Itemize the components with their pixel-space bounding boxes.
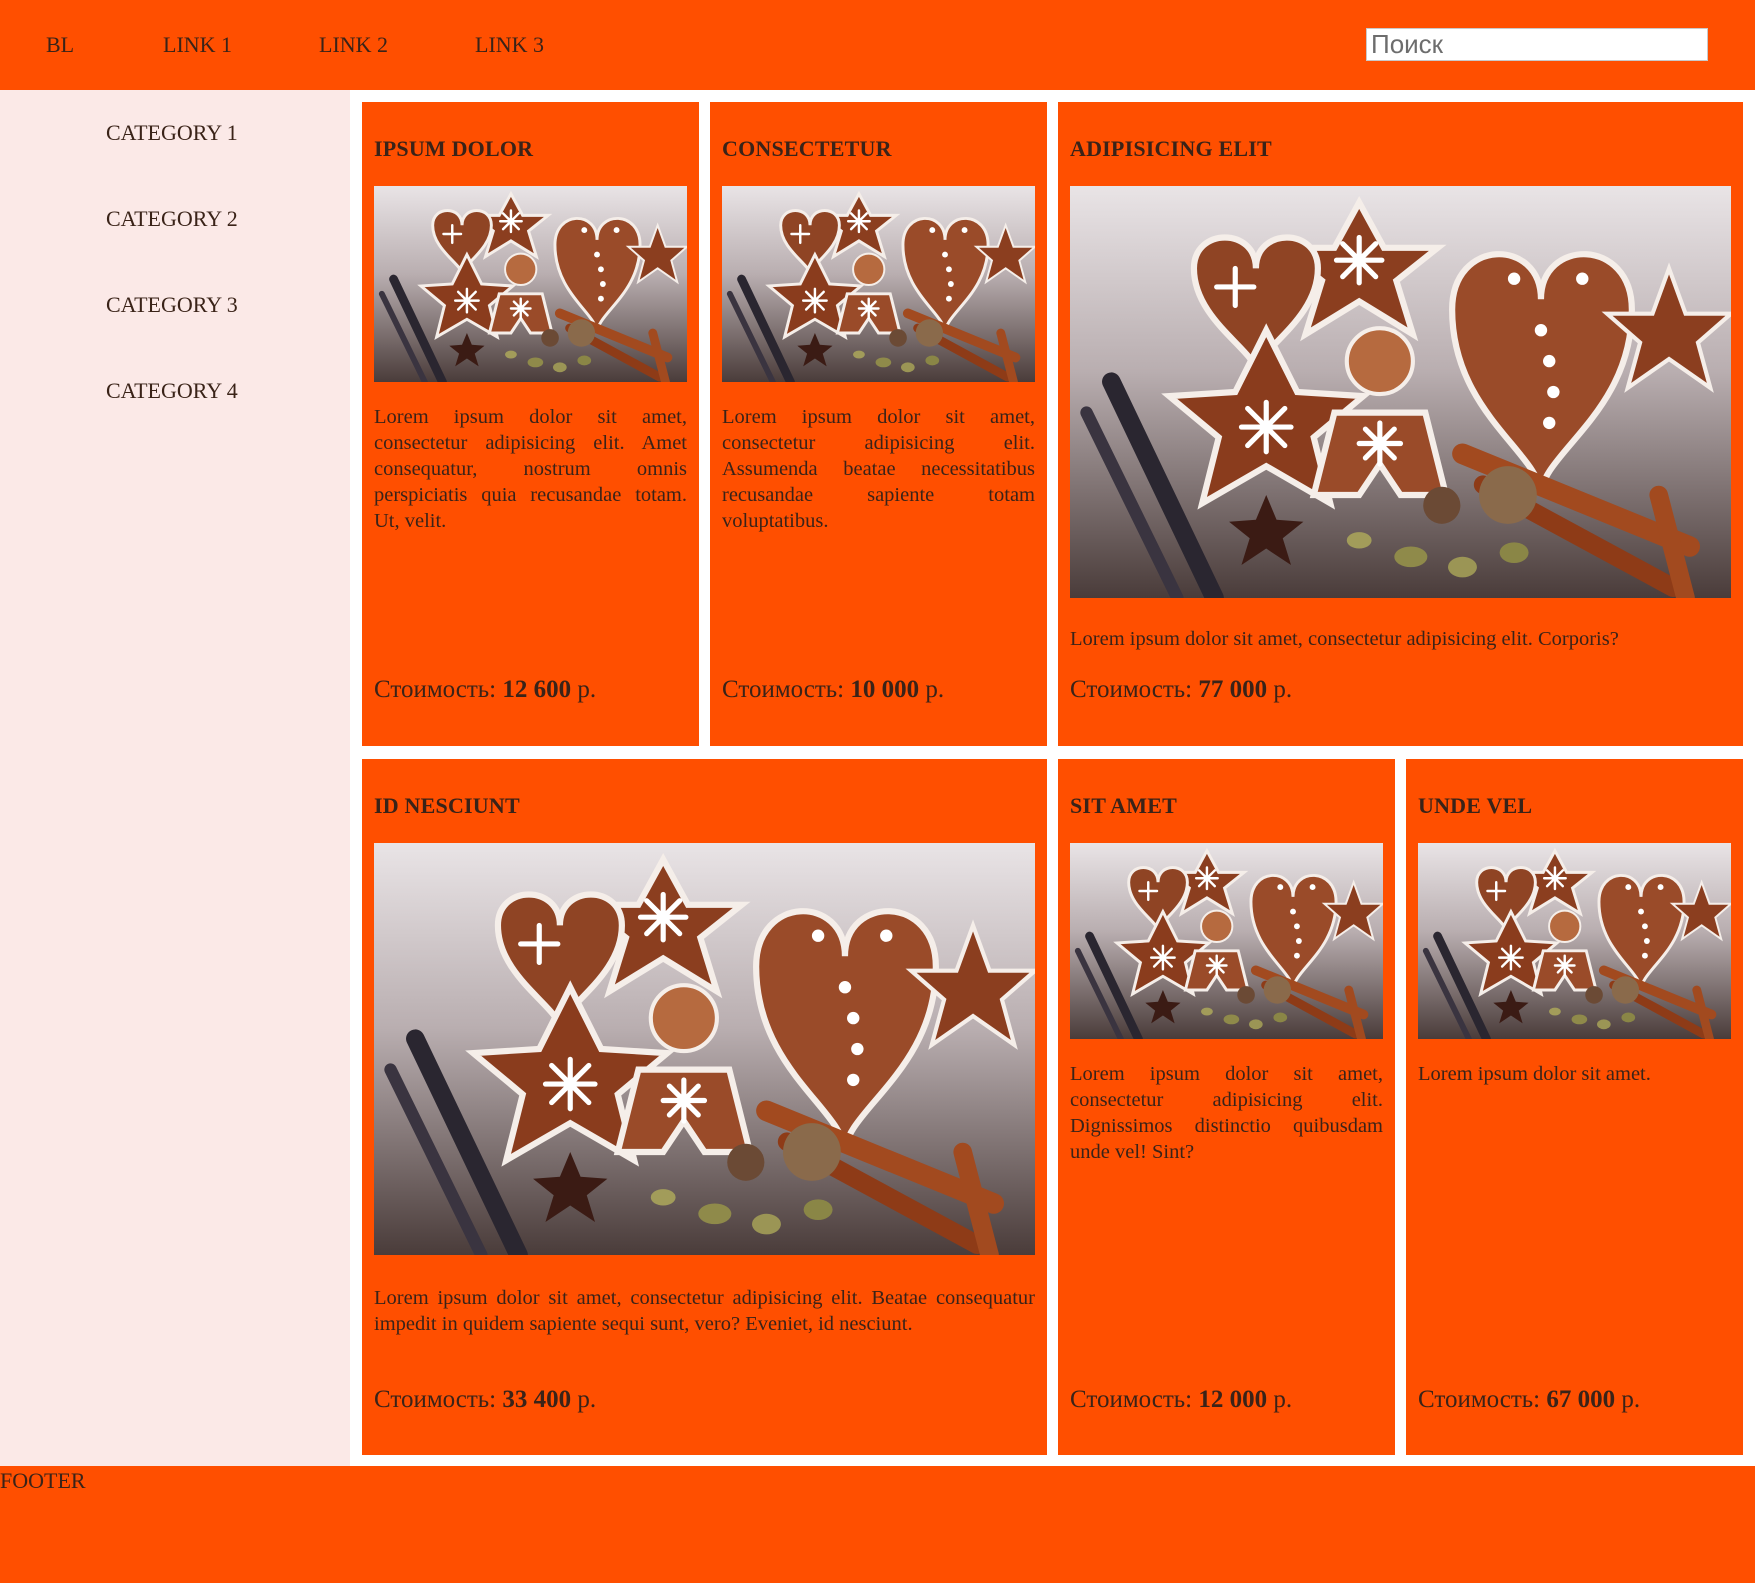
product-title: SIT AMET — [1070, 793, 1177, 818]
price-label: Стоимость: — [374, 676, 497, 703]
product-image — [1070, 186, 1731, 598]
sidebar-category-4[interactable]: CATEGORY 4 — [106, 378, 238, 404]
search-input[interactable] — [1366, 28, 1708, 61]
product-description: Lorem ipsum dolor sit amet, consectetur … — [722, 406, 1035, 532]
product-card: IPSUM DOLOR Lorem ipsum dolor sit amet, … — [362, 102, 699, 746]
product-description: Lorem ipsum dolor sit amet, consectetur … — [1070, 1063, 1383, 1163]
product-description: Lorem ipsum dolor sit amet, consectetur … — [1070, 628, 1619, 650]
product-price: Стоимость: 77 000 р. — [1070, 676, 1292, 704]
product-title: IPSUM DOLOR — [374, 136, 534, 161]
sidebar-category-3[interactable]: CATEGORY 3 — [106, 292, 238, 318]
price-label: Стоимость: — [1418, 1386, 1541, 1413]
nav-link-3[interactable]: LINK 3 — [475, 32, 544, 58]
price-value: 12 600 — [502, 676, 572, 703]
footer-text: FOOTER — [0, 1468, 86, 1493]
price-label: Стоимость: — [374, 1386, 497, 1413]
price-currency: р. — [1273, 1386, 1293, 1413]
product-description: Lorem ipsum dolor sit amet. — [1418, 1063, 1651, 1085]
product-card: ID NESCIUNT Lorem ipsum dolor sit amet, … — [362, 759, 1047, 1455]
price-value: 33 400 — [502, 1386, 572, 1413]
product-image — [722, 186, 1035, 382]
product-card: UNDE VEL Lorem ipsum dolor sit amet. Сто… — [1406, 759, 1743, 1455]
price-value: 77 000 — [1198, 676, 1268, 703]
product-price: Стоимость: 67 000 р. — [1418, 1386, 1640, 1414]
product-description: Lorem ipsum dolor sit amet, consectetur … — [374, 406, 687, 532]
product-image — [374, 843, 1035, 1255]
product-card: CONSECTETUR Lorem ipsum dolor sit amet, … — [710, 102, 1047, 746]
product-price: Стоимость: 12 000 р. — [1070, 1386, 1292, 1414]
product-image — [1070, 843, 1383, 1039]
product-card: ADIPISICING ELIT Lorem ipsum dolor sit a… — [1058, 102, 1743, 746]
nav-link-2[interactable]: LINK 2 — [319, 32, 388, 58]
price-value: 12 000 — [1198, 1386, 1268, 1413]
nav-link-1[interactable]: LINK 1 — [163, 32, 232, 58]
product-description: Lorem ipsum dolor sit amet, consectetur … — [374, 1287, 1035, 1335]
price-currency: р. — [1273, 676, 1293, 703]
product-price: Стоимость: 12 600 р. — [374, 676, 596, 704]
sidebar: CATEGORY 1 CATEGORY 2 CATEGORY 3 CATEGOR… — [0, 90, 350, 1466]
price-value: 10 000 — [850, 676, 920, 703]
price-label: Стоимость: — [1070, 1386, 1193, 1413]
price-label: Стоимость: — [1070, 676, 1193, 703]
header: BL LINK 1 LINK 2 LINK 3 — [0, 0, 1755, 90]
product-title: ID NESCIUNT — [374, 793, 520, 818]
product-price: Стоимость: 10 000 р. — [722, 676, 944, 704]
product-title: UNDE VEL — [1418, 793, 1533, 818]
logo-link[interactable]: BL — [46, 32, 74, 58]
price-value: 67 000 — [1546, 1386, 1616, 1413]
price-label: Стоимость: — [722, 676, 845, 703]
product-price: Стоимость: 33 400 р. — [374, 1386, 596, 1414]
product-title: CONSECTETUR — [722, 136, 892, 161]
product-card: SIT AMET Lorem ipsum dolor sit amet, con… — [1058, 759, 1395, 1455]
price-currency: р. — [1621, 1386, 1641, 1413]
sidebar-category-1[interactable]: CATEGORY 1 — [106, 120, 238, 146]
sidebar-category-2[interactable]: CATEGORY 2 — [106, 206, 238, 232]
price-currency: р. — [577, 676, 597, 703]
product-image — [374, 186, 687, 382]
price-currency: р. — [925, 676, 945, 703]
footer: FOOTER — [0, 1466, 1755, 1583]
product-title: ADIPISICING ELIT — [1070, 136, 1272, 161]
price-currency: р. — [577, 1386, 597, 1413]
product-image — [1418, 843, 1731, 1039]
